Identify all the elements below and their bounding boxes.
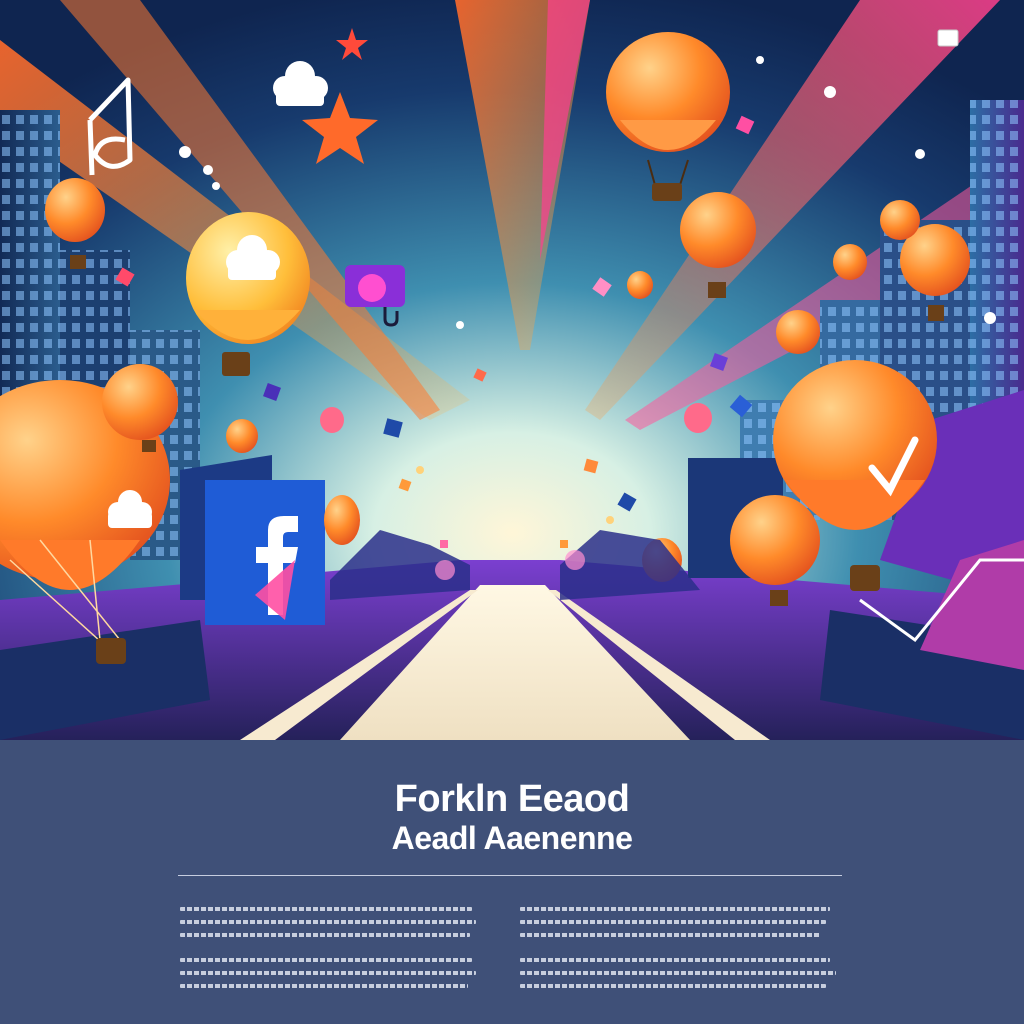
text-line: [180, 984, 468, 988]
text-line: [180, 920, 476, 924]
text-line: [180, 958, 472, 962]
poster-title: Forkln Eeaod: [394, 778, 630, 820]
text-line: [180, 933, 470, 937]
body-text-block-right-bottom: [520, 958, 836, 988]
window-icon: [937, 29, 959, 47]
facebook-f-icon: [180, 455, 325, 625]
text-line: [520, 958, 830, 962]
text-line: [520, 920, 826, 924]
text-line: [520, 984, 826, 988]
body-text-block-left-bottom: [180, 958, 480, 988]
text-line: [520, 907, 830, 911]
body-text-block-left-top: [180, 907, 480, 937]
poster-subtitle: Aeadl Aaenenne: [391, 820, 633, 856]
body-text-block-right-top: [520, 907, 830, 937]
hero-svg: [0, 0, 1024, 740]
footer-panel: Forkln Eeaod Aeadl Aaenenne: [0, 740, 1024, 1024]
text-line: [180, 971, 476, 975]
hero-illustration: [0, 0, 1024, 740]
text-line: [520, 971, 836, 975]
text-line: [520, 933, 820, 937]
text-line: [180, 907, 472, 911]
poster: Forkln Eeaod Aeadl Aaenenne: [0, 0, 1024, 1024]
divider: [178, 875, 842, 876]
